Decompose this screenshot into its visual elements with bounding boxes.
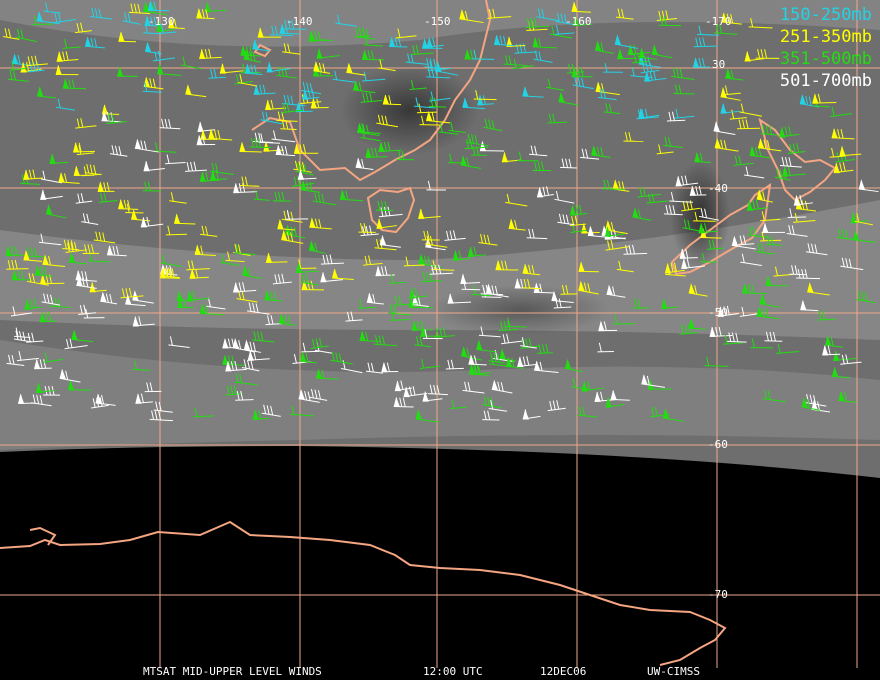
lat-label: -40 [708,182,728,195]
satellite-wind-map: -130 -140 -150 -160 -170 30 -40 -50 -60 … [0,0,880,680]
legend-item-150-250: 150-250mb [779,5,872,25]
dry-slot [340,65,480,155]
lat-label: 30 [712,58,726,71]
lon-label: -170 [705,15,732,28]
map-canvas [0,0,880,668]
legend-item-351-500: 351-500mb [779,49,872,69]
pressure-legend: 150-250mb 251-350mb 351-500mb 501-700mb [780,4,872,92]
dry-slot [430,285,610,335]
observation-date: 12DEC06 [540,665,587,678]
lon-label: -130 [148,15,175,28]
product-name: MTSAT MID-UPPER LEVEL WINDS [143,665,322,678]
legend-item-251-350: 251-350mb [779,27,872,47]
lat-label: -70 [708,588,728,601]
lon-label: -160 [565,15,592,28]
lat-label: -50 [708,306,728,319]
source-label: UW-CIMSS [647,665,700,678]
lon-label: -140 [286,15,313,28]
lon-label: -150 [424,15,451,28]
lat-label: -60 [708,438,728,451]
observation-time: 12:00 UTC [423,665,483,678]
legend-item-501-700: 501-700mb [779,71,872,91]
